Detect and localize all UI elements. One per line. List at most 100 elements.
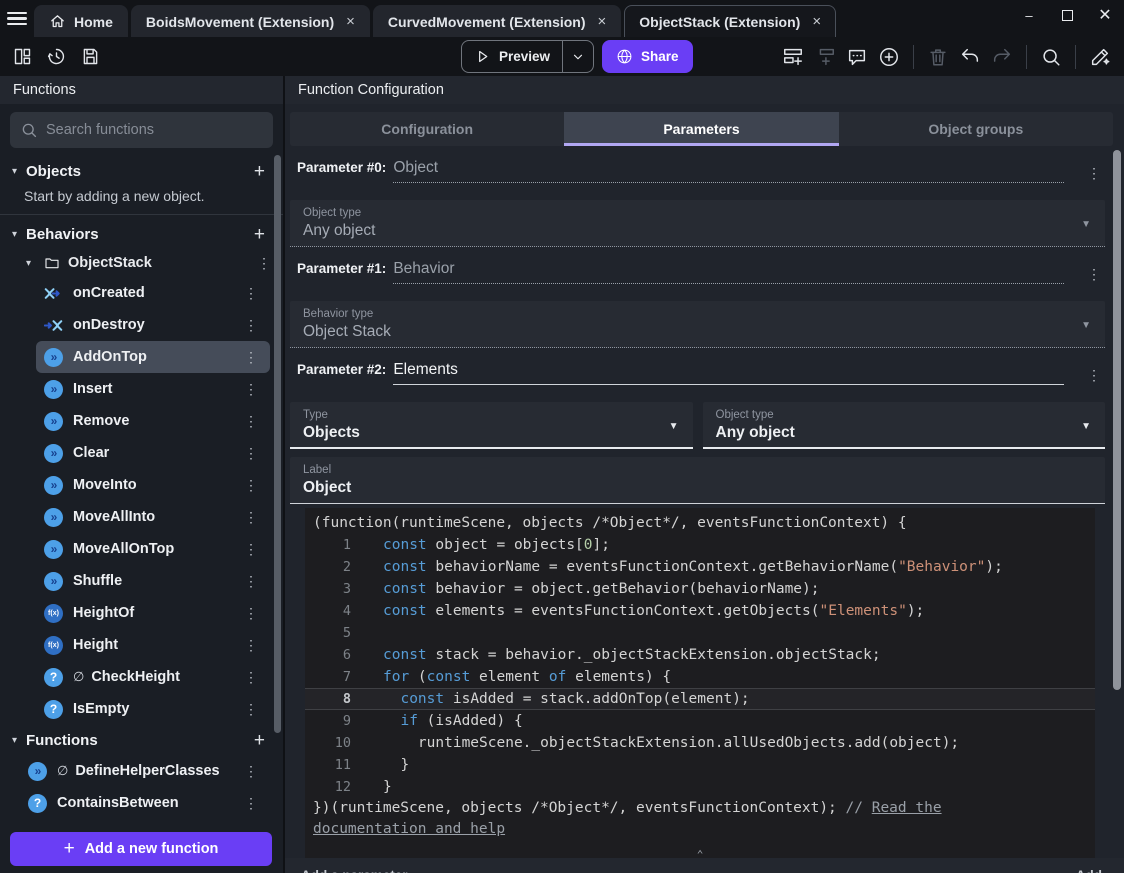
label-field[interactable]: LabelObject xyxy=(290,457,1105,504)
function-item-checkheight[interactable]: ?∅CheckHeight⋮ xyxy=(36,661,270,693)
kebab-menu-icon[interactable]: ⋮ xyxy=(232,317,270,334)
kebab-menu-icon[interactable]: ⋮ xyxy=(232,701,270,718)
kebab-menu-icon[interactable]: ⋮ xyxy=(1087,266,1101,283)
kebab-menu-icon[interactable]: ⋮ xyxy=(232,637,270,654)
type-select[interactable]: TypeObjects▼ xyxy=(290,402,693,449)
add-button-partial[interactable]: Add xyxy=(1076,868,1102,873)
tab-close-icon[interactable]: × xyxy=(598,13,607,30)
function-item-insert[interactable]: »Insert⋮ xyxy=(36,373,270,405)
tab-close-icon[interactable]: × xyxy=(812,13,821,30)
function-item-isempty[interactable]: ?IsEmpty⋮ xyxy=(36,693,270,725)
add-behavior-button[interactable]: + xyxy=(248,225,271,244)
kebab-menu-icon[interactable]: ⋮ xyxy=(232,573,270,590)
add-free-function-button[interactable]: + xyxy=(248,731,271,750)
behavior-objectstack-row[interactable]: ▾ ObjectStack ⋮ xyxy=(0,249,283,277)
function-item-height[interactable]: f(x)Height⋮ xyxy=(36,629,270,661)
objects-section-header[interactable]: ▾ Objects + xyxy=(0,156,283,186)
kebab-menu-icon[interactable]: ⋮ xyxy=(232,763,270,780)
tab-object-groups[interactable]: Object groups xyxy=(839,112,1113,146)
share-button[interactable]: Share xyxy=(602,40,693,73)
function-item-addontop[interactable]: »AddOnTop⋮ xyxy=(36,341,270,373)
function-item-heightof[interactable]: f(x)HeightOf⋮ xyxy=(36,597,270,629)
add-object-button[interactable]: + xyxy=(248,162,271,181)
code-line-6[interactable]: 6const stack = behavior._objectStackExte… xyxy=(305,644,1095,666)
panels-button[interactable] xyxy=(8,43,36,71)
code-line-8[interactable]: 8 const isAdded = stack.addOnTop(element… xyxy=(305,688,1095,710)
search-functions-input[interactable] xyxy=(46,122,263,138)
close-window-button[interactable]: ✕ xyxy=(1086,0,1124,30)
add-parameter-button[interactable]: Add a parameter xyxy=(301,868,408,873)
maximize-button[interactable] xyxy=(1048,0,1086,30)
functions-section-header[interactable]: ▾ Functions + xyxy=(0,725,283,755)
documentation-link[interactable]: documentation and help xyxy=(313,821,505,837)
function-item-moveinto[interactable]: »MoveInto⋮ xyxy=(36,469,270,501)
kebab-menu-icon[interactable]: ⋮ xyxy=(232,381,270,398)
window-tab-home[interactable]: Home xyxy=(34,5,128,37)
function-item-ondestroy[interactable]: onDestroy⋮ xyxy=(36,309,270,341)
function-item-remove[interactable]: »Remove⋮ xyxy=(36,405,270,437)
main-menu-button[interactable] xyxy=(0,0,34,37)
preview-options-button[interactable] xyxy=(563,50,593,64)
kebab-menu-icon[interactable]: ⋮ xyxy=(232,285,270,302)
code-line-7[interactable]: 7for (const element of elements) { xyxy=(305,666,1095,688)
window-tab-objectstack-extension[interactable]: ObjectStack (Extension)× xyxy=(624,5,836,37)
behaviors-section-header[interactable]: ▾ Behaviors + xyxy=(0,219,283,249)
object-type-select[interactable]: Object typeAny object▼ xyxy=(703,402,1106,449)
save-button[interactable] xyxy=(76,43,104,71)
function-item-clear[interactable]: »Clear⋮ xyxy=(36,437,270,469)
kebab-menu-icon[interactable]: ⋮ xyxy=(232,669,270,686)
add-event-button[interactable] xyxy=(779,43,807,71)
kebab-menu-icon[interactable]: ⋮ xyxy=(1087,165,1101,182)
code-line-12[interactable]: 12} xyxy=(305,776,1095,798)
add-new-function-button[interactable]: + Add a new function xyxy=(10,832,272,866)
ai-edit-button[interactable] xyxy=(1086,43,1114,71)
add-comment-button[interactable] xyxy=(843,43,871,71)
kebab-menu-icon[interactable]: ⋮ xyxy=(232,541,270,558)
history-button[interactable] xyxy=(42,43,70,71)
tab-configuration[interactable]: Configuration xyxy=(290,112,564,146)
function-item-moveallontop[interactable]: »MoveAllOnTop⋮ xyxy=(36,533,270,565)
kebab-menu-icon[interactable]: ⋮ xyxy=(232,445,270,462)
kebab-menu-icon[interactable]: ⋮ xyxy=(232,795,270,812)
trash-button[interactable] xyxy=(924,43,952,71)
code-line-4[interactable]: 4const elements = eventsFunctionContext.… xyxy=(305,600,1095,622)
code-editor[interactable]: (function(runtimeScene, objects /*Object… xyxy=(305,508,1095,858)
code-line-9[interactable]: 9 if (isAdded) { xyxy=(305,710,1095,732)
kebab-menu-icon[interactable]: ⋮ xyxy=(232,509,270,526)
action-icon: » xyxy=(44,540,63,559)
documentation-link[interactable]: Read the xyxy=(872,800,942,816)
add-sub-event-button[interactable] xyxy=(811,43,839,71)
window-tab-boidsmovement-extension[interactable]: BoidsMovement (Extension)× xyxy=(131,5,370,37)
undo-button[interactable] xyxy=(956,43,984,71)
parameter-name-input[interactable]: Behavior xyxy=(393,260,1064,284)
preview-button[interactable]: Preview xyxy=(462,48,562,65)
function-item-moveallinto[interactable]: »MoveAllInto⋮ xyxy=(36,501,270,533)
tab-parameters[interactable]: Parameters xyxy=(564,112,838,146)
code-line-2[interactable]: 2const behaviorName = eventsFunctionCont… xyxy=(305,556,1095,578)
main-scrollbar[interactable] xyxy=(1113,150,1121,690)
function-item-oncreated[interactable]: onCreated⋮ xyxy=(36,277,270,309)
minimize-button[interactable]: – xyxy=(1010,0,1048,30)
code-line-5[interactable]: 5 xyxy=(305,622,1095,644)
kebab-menu-icon[interactable]: ⋮ xyxy=(232,605,270,622)
parameter-name-input[interactable]: Elements xyxy=(393,361,1064,385)
code-line-11[interactable]: 11 } xyxy=(305,754,1095,776)
parameter-name-input[interactable]: Object xyxy=(393,159,1064,183)
function-item-definehelperclasses[interactable]: »∅DefineHelperClasses⋮ xyxy=(20,755,270,787)
code-line-3[interactable]: 3const behavior = object.getBehavior(beh… xyxy=(305,578,1095,600)
function-item-shuffle[interactable]: »Shuffle⋮ xyxy=(36,565,270,597)
tab-close-icon[interactable]: × xyxy=(346,13,355,30)
kebab-menu-icon[interactable]: ⋮ xyxy=(232,349,270,366)
kebab-menu-icon[interactable]: ⋮ xyxy=(232,477,270,494)
code-line-10[interactable]: 10 runtimeScene._objectStackExtension.al… xyxy=(305,732,1095,754)
code-line-1[interactable]: 1const object = objects[0]; xyxy=(305,534,1095,556)
search-button[interactable] xyxy=(1037,43,1065,71)
sidebar-scrollbar[interactable] xyxy=(274,155,281,733)
kebab-menu-icon[interactable]: ⋮ xyxy=(1087,367,1101,384)
function-item-containsbetween[interactable]: ?ContainsBetween⋮ xyxy=(20,787,270,819)
add-event-icon xyxy=(782,46,804,68)
window-tab-curvedmovement-extension[interactable]: CurvedMovement (Extension)× xyxy=(373,5,621,37)
redo-button[interactable] xyxy=(988,43,1016,71)
kebab-menu-icon[interactable]: ⋮ xyxy=(232,413,270,430)
add-circle-button[interactable] xyxy=(875,43,903,71)
